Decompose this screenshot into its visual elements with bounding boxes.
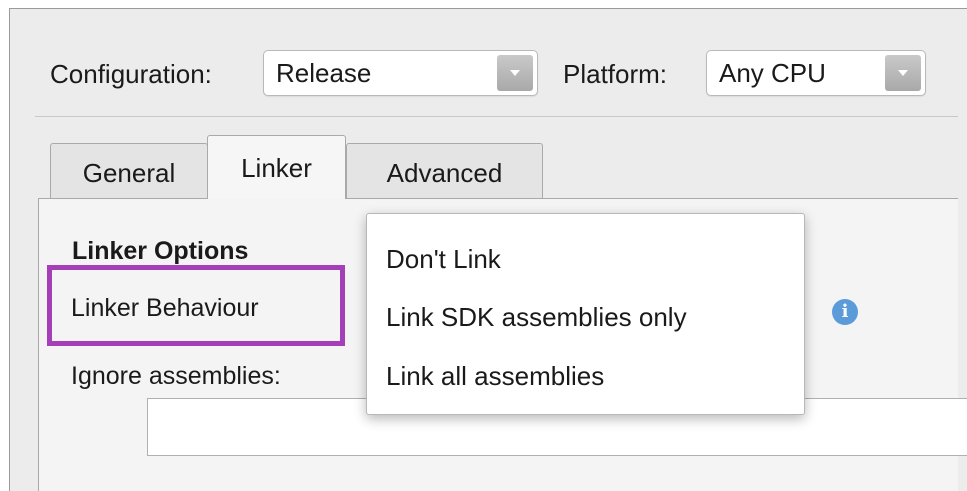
tab-general-label: General <box>82 158 176 188</box>
linker-behaviour-highlight <box>47 265 345 346</box>
tab-advanced[interactable]: Advanced <box>346 143 543 199</box>
tab-linker[interactable]: Linker <box>207 135 346 199</box>
ignore-assemblies-label: Ignore assemblies: <box>71 362 281 390</box>
configuration-value: Release <box>276 58 372 88</box>
menu-item-link-sdk-only[interactable]: Link SDK assemblies only <box>386 297 687 337</box>
section-title: Linker Options <box>72 237 249 265</box>
platform-value: Any CPU <box>719 58 826 88</box>
chevron-down-icon[interactable] <box>885 55 921 91</box>
platform-label: Platform: <box>563 59 668 89</box>
menu-item-link-all[interactable]: Link all assemblies <box>386 356 604 396</box>
info-icon[interactable]: i <box>832 299 858 325</box>
tab-linker-label: Linker <box>241 153 312 183</box>
configuration-label: Configuration: <box>50 59 212 89</box>
configuration-dropdown[interactable]: Release <box>263 50 538 96</box>
tab-general[interactable]: General <box>50 143 208 199</box>
platform-dropdown[interactable]: Any CPU <box>706 50 926 96</box>
chevron-down-icon[interactable] <box>497 55 533 91</box>
tab-advanced-label: Advanced <box>386 158 503 188</box>
toolbar-divider <box>35 116 958 117</box>
menu-item-dont-link[interactable]: Don't Link <box>386 239 501 279</box>
linker-behaviour-menu: Don't Link Link SDK assemblies only Link… <box>366 213 805 415</box>
